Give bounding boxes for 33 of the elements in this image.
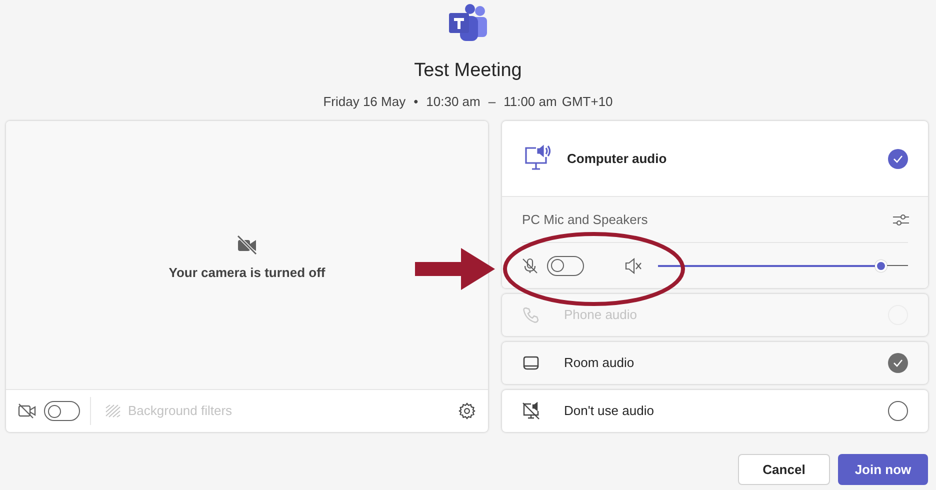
- join-button[interactable]: Join now: [838, 454, 928, 485]
- cancel-button[interactable]: Cancel: [738, 454, 830, 485]
- device-name: PC Mic and Speakers: [522, 210, 648, 229]
- volume-slider[interactable]: [658, 260, 908, 272]
- audio-option[interactable]: Room audio: [502, 342, 928, 384]
- meeting-date: Friday 16 May: [323, 92, 406, 111]
- microphone-toggle[interactable]: [547, 256, 584, 276]
- audio-option-label: Room audio: [564, 354, 634, 372]
- monitor-off-icon: [522, 402, 540, 420]
- camera-status-text: Your camera is turned off: [168, 264, 326, 282]
- meeting-title: Test Meeting: [414, 59, 522, 83]
- radio-button[interactable]: [888, 401, 908, 421]
- audio-option[interactable]: Computer audio PC Mic and Speakers: [502, 121, 928, 288]
- separator-dot: •: [414, 92, 418, 110]
- settings-icon[interactable]: [458, 402, 476, 420]
- app-logo-icon: [446, 3, 490, 43]
- speaker-muted-icon[interactable]: [624, 258, 642, 274]
- end-time: 11:00 am: [504, 92, 557, 110]
- audio-option-label: Computer audio: [567, 150, 667, 168]
- audio-option-label: Don't use audio: [564, 402, 654, 420]
- microphone-off-icon[interactable]: [522, 258, 538, 274]
- sliders-icon[interactable]: [892, 212, 910, 228]
- audio-option[interactable]: Don't use audio: [502, 390, 928, 432]
- room-device-icon: [522, 355, 540, 371]
- camera-off-icon: [18, 403, 36, 419]
- camera-off-icon: [236, 235, 258, 256]
- time-dash: –: [488, 92, 496, 110]
- start-time: 10:30 am: [426, 92, 480, 110]
- camera-toggle[interactable]: [44, 401, 80, 421]
- background-effect-icon: [105, 404, 121, 418]
- timezone: GMT+10: [562, 92, 613, 110]
- volume-thumb[interactable]: [874, 260, 886, 272]
- phone-icon: [522, 306, 540, 324]
